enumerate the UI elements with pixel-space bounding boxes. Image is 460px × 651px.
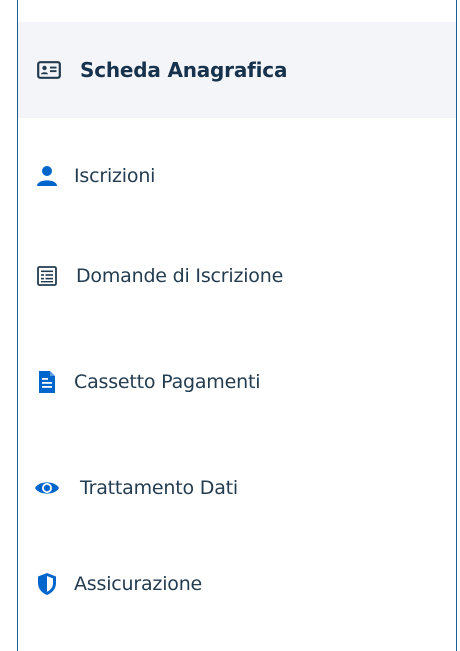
user-icon	[34, 163, 60, 189]
menu-item-scheda-anagrafica[interactable]: Scheda Anagrafica	[18, 22, 456, 118]
menu-item-label: Assicurazione	[74, 573, 203, 595]
menu-item-label: Cassetto Pagamenti	[74, 371, 261, 393]
sidebar-right-border	[456, 0, 457, 651]
shield-icon	[34, 571, 60, 597]
menu-item-label: Scheda Anagrafica	[80, 58, 288, 82]
menu-item-domande-di-iscrizione[interactable]: Domande di Iscrizione	[18, 250, 456, 302]
form-icon	[34, 263, 60, 289]
menu-item-label: Domande di Iscrizione	[76, 265, 284, 287]
eye-icon	[34, 475, 60, 501]
menu-item-assicurazione[interactable]: Assicurazione	[18, 558, 456, 610]
sidebar-menu: Scheda Anagrafica Iscrizioni Domande di …	[18, 0, 456, 651]
menu-item-label: Iscrizioni	[74, 165, 156, 187]
menu-item-cassetto-pagamenti[interactable]: Cassetto Pagamenti	[18, 356, 456, 408]
id-card-icon	[36, 57, 62, 83]
menu-item-iscrizioni[interactable]: Iscrizioni	[18, 150, 456, 202]
menu-item-trattamento-dati[interactable]: Trattamento Dati	[18, 462, 456, 514]
menu-item-label: Trattamento Dati	[80, 477, 238, 499]
sidebar-frame: Scheda Anagrafica Iscrizioni Domande di …	[0, 0, 460, 651]
document-icon	[34, 369, 60, 395]
